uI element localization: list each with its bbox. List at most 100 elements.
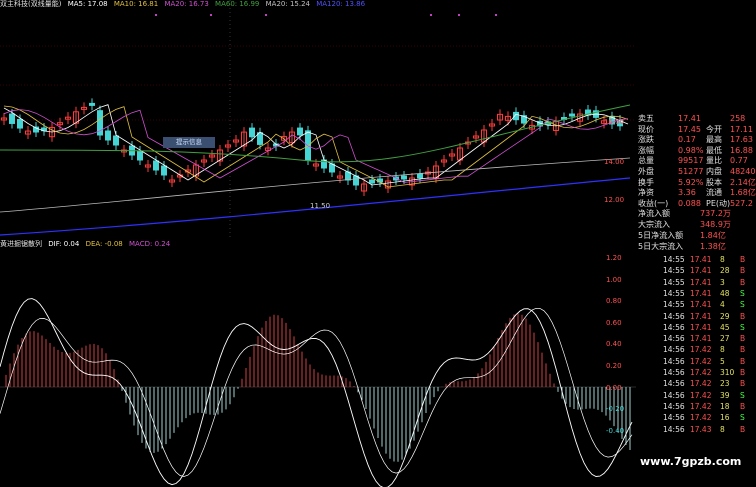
quote-row: 外盘 51277 内盘 48240 [636,167,756,177]
quote-value: 48240 [730,167,756,176]
tick-time: 14:56 [663,424,685,434]
tick-price: 17.42 [690,379,712,389]
tick-price: 17.41 [690,322,712,332]
tick-row[interactable]: 14:56 17.41 27 B [636,333,756,345]
tick-row[interactable]: 14:56 17.42 16 S [636,412,756,424]
tick-row[interactable]: 14:56 17.42 23 B [636,378,756,390]
quote-row: 涨幅 0.98% 最低 16.88 [636,146,756,156]
quote-label: 最低 [706,145,722,155]
tick-side: S [740,300,745,310]
quote-label: 涨幅 [638,145,654,155]
quote-label: 内盘 [706,167,722,176]
fund-flow-row: 5日净流入额 1.84亿 [636,231,756,241]
dif-value: DIF: 0.04 [48,240,80,248]
candle-body [9,113,15,124]
tick-time: 14:56 [663,334,685,344]
tick-row[interactable]: 14:55 17.41 28 B [636,265,756,277]
tick-row[interactable]: 14:55 17.41 48 S [636,288,756,300]
tick-row[interactable]: 14:55 17.41 3 B [636,277,756,289]
ma60-value: MA60: 16.99 [215,0,260,8]
tick-volume: 8 [720,424,725,434]
quote-row: 现价 17.45 今开 17.11 [636,125,756,135]
tick-side: S [740,322,745,332]
tick-price: 17.41 [690,300,712,310]
ma20-value: MA20: 16.73 [164,0,209,8]
quote-row: 涨跌 0.17 最高 17.63 [636,135,756,145]
tick-side: S [740,390,745,400]
quote-row: 收益(一) 0.088 PE(动) 527.2 [636,199,756,209]
quote-value: 0.98% [678,145,704,155]
tick-price: 17.41 [690,311,712,321]
candle-body [249,127,255,138]
tick-volume: 39 [720,390,730,400]
tick-row[interactable]: 14:56 17.42 310 B [636,367,756,379]
tick-volume: 310 [720,368,735,377]
tick-row[interactable]: 14:56 17.41 29 B [636,311,756,323]
macd-axis-label: 0.00 [606,383,622,392]
fund-flow-row: 5日大宗流入 1.38亿 [636,242,756,252]
tick-volume: 16 [720,413,730,423]
macd-indicator-chart[interactable] [0,237,636,487]
ma20b-value: MA20: 15.24 [265,0,310,8]
tick-time: 14:56 [663,413,685,423]
ma10-value: MA10: 16.81 [113,0,159,8]
tick-row[interactable]: 14:56 17.43 8 B [636,424,756,436]
quote-value: 527.2 [730,198,753,208]
tick-side: B [740,368,746,377]
tick-time: 14:55 [663,266,685,276]
tick-time: 14:56 [663,379,685,389]
tick-time: 14:56 [663,311,685,321]
quote-panel: 卖五 17.41 258 现价 17.45 今开 17.11 涨跌 0.17 最高 17.63 涨幅 0… [636,112,756,487]
tick-row[interactable]: 14:56 17.42 8 B [636,344,756,356]
tick-volume: 23 [720,379,730,389]
tick-price: 17.41 [690,334,712,344]
candle-body [369,179,375,184]
candle-body [17,118,23,129]
tick-row[interactable]: 14:56 17.42 5 B [636,356,756,368]
tick-price: 17.42 [690,368,712,377]
tick-time: 14:55 [663,300,685,310]
tick-row[interactable]: 14:55 17.41 8 B [636,254,756,266]
tick-row[interactable]: 14:55 17.41 4 S [636,299,756,311]
tick-volume: 18 [720,401,730,411]
quote-value: 258 [730,114,746,123]
quote-label: 换手 [638,177,654,187]
flow-value: 348.9万 [700,220,731,229]
tick-volume: 29 [720,311,730,321]
quote-label: PE(动) [706,198,731,208]
signal-marker [265,14,267,16]
dea-line [0,307,633,477]
tick-price: 17.42 [690,401,712,411]
quote-value: 17.11 [730,124,753,134]
tick-side: B [740,311,746,321]
tick-time: 14:55 [663,277,685,287]
flow-label: 5日净流入额 [638,231,684,240]
chart-note-box[interactable]: 提示信息 [163,137,215,148]
tick-time: 14:56 [663,322,685,332]
tick-volume: 5 [720,356,725,366]
candle-body [353,175,359,186]
tick-row[interactable]: 14:56 17.42 18 B [636,401,756,413]
macd-axis-label: 1.20 [606,254,622,262]
quote-value: 3.36 [678,188,696,198]
quote-label: 涨跌 [638,135,654,145]
tick-row[interactable]: 14:56 17.41 45 S [636,322,756,334]
candle-body [401,175,407,180]
tick-volume: 3 [720,277,725,287]
quote-label: 今开 [706,124,722,134]
candle-body [137,150,143,161]
tick-side: B [740,334,746,344]
ma-legend-bar: 双主科技(双线量能) MA5: 17.08 MA10: 16.81 MA20: … [0,0,369,10]
indicator-name[interactable]: 黄进掘锯散列 [0,240,42,248]
quote-value: 17.45 [678,124,701,134]
signal-marker [495,14,497,16]
quote-value: 17.63 [730,135,753,145]
tick-row[interactable]: 14:56 17.42 39 S [636,390,756,402]
fund-flow-row: 净流入额 737.2万 [636,209,756,219]
flow-label: 5日大宗流入 [638,242,684,251]
quote-row: 总量 99517 量比 0.77 [636,156,756,166]
quote-value: 17.41 [678,114,701,123]
quote-value: 51277 [678,167,704,176]
candle-body [105,130,111,141]
quote-label: 卖五 [638,114,654,123]
